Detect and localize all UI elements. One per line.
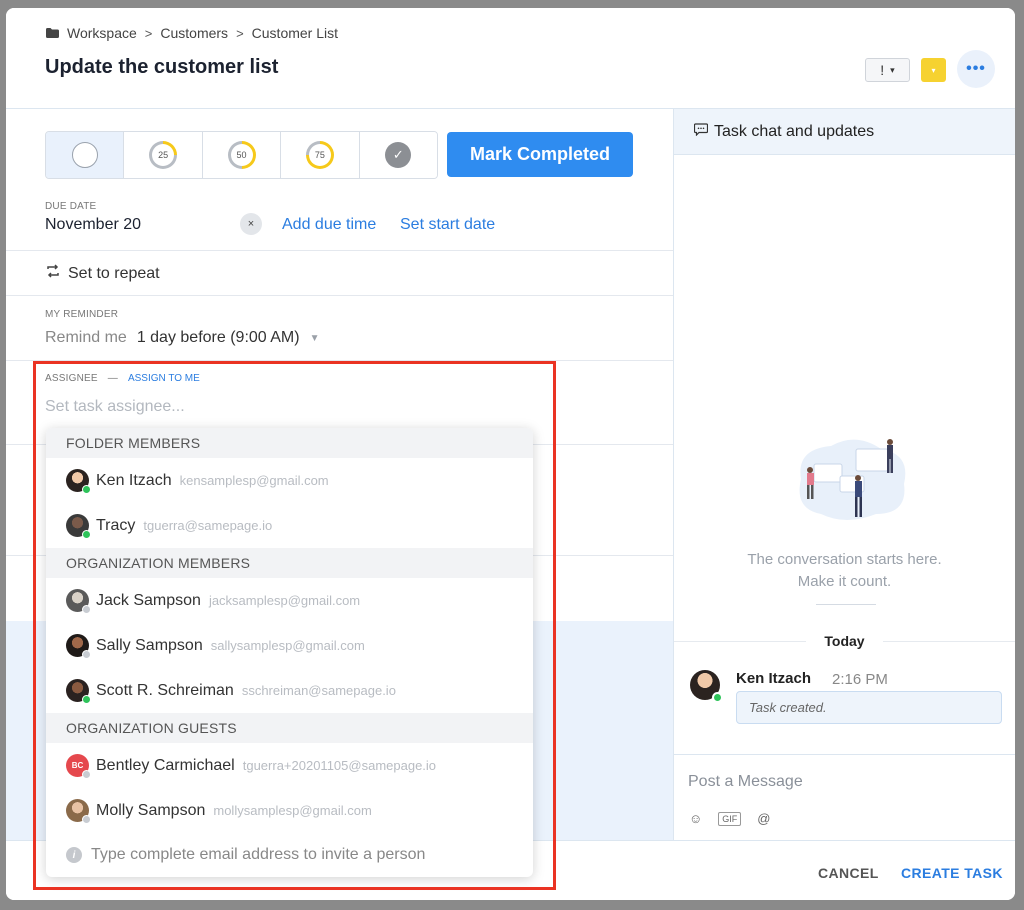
due-date-value[interactable]: November 20	[45, 216, 141, 234]
caret-down-icon: ▼	[309, 332, 320, 344]
chevron-down-icon: ▾	[890, 64, 895, 75]
progress-25-button[interactable]: 25	[124, 132, 203, 178]
checkmark-icon: ✓	[385, 142, 412, 168]
add-due-time-link[interactable]: Add due time	[282, 216, 376, 234]
progress-ring-icon: 75	[305, 141, 334, 169]
gif-button[interactable]: GIF	[718, 811, 742, 826]
breadcrumb: Workspace > Customers > Customer List	[46, 25, 338, 41]
chevron-right-icon: >	[236, 25, 244, 41]
reminder-label: MY REMINDER	[45, 309, 119, 320]
progress-selector: 25 50 75 ✓	[45, 131, 438, 179]
composer-tools: ☺ GIF @	[689, 811, 770, 826]
progress-75-button[interactable]: 75	[281, 132, 360, 178]
divider	[674, 754, 1015, 755]
empty-chat-message: The conversation starts here. Make it co…	[674, 549, 1015, 593]
empty-circle-icon	[71, 142, 98, 168]
chevron-right-icon: >	[144, 25, 153, 41]
breadcrumb-customers[interactable]: Customers	[160, 25, 228, 41]
page-title: Update the customer list	[45, 56, 279, 78]
conversation-illustration	[786, 434, 916, 529]
divider	[816, 604, 876, 605]
breadcrumb-customer-list[interactable]: Customer List	[252, 25, 338, 41]
modal-header: Workspace > Customers > Customer List Up…	[6, 8, 1015, 109]
avatar[interactable]	[690, 670, 723, 703]
due-date-label: DUE DATE	[45, 201, 97, 212]
highlight-box	[33, 361, 556, 890]
mention-button[interactable]: @	[757, 811, 770, 826]
emoji-icon[interactable]: ☺	[689, 811, 702, 826]
progress-0-button[interactable]	[46, 132, 125, 178]
priority-label: !	[880, 62, 885, 78]
folder-icon	[46, 28, 59, 38]
chat-header-title: Task chat and updates	[714, 122, 875, 140]
progress-25-label: 25	[158, 150, 169, 160]
progress-100-button[interactable]: ✓	[359, 132, 437, 178]
divider	[6, 250, 673, 251]
close-icon: ×	[247, 218, 255, 230]
set-repeat-button[interactable]: Set to repeat	[45, 264, 160, 283]
create-task-button[interactable]: CREATE TASK	[901, 865, 1003, 881]
chat-header: Task chat and updates	[674, 109, 1015, 155]
set-start-date-link[interactable]: Set start date	[400, 216, 495, 234]
today-label: Today	[806, 633, 883, 649]
online-status-dot	[712, 692, 723, 703]
empty-line-1: The conversation starts here.	[747, 551, 942, 568]
repeat-icon	[45, 264, 61, 283]
post-message-input[interactable]: Post a Message	[688, 773, 803, 791]
remind-me-label: Remind me	[45, 329, 127, 346]
message-text: Task created.	[749, 700, 827, 715]
progress-50-label: 50	[236, 150, 247, 160]
chevron-down-icon: ▾	[931, 65, 936, 75]
set-repeat-label: Set to repeat	[68, 264, 160, 282]
cancel-button[interactable]: CANCEL	[818, 865, 879, 881]
message-bubble: Task created.	[736, 691, 1002, 724]
message-author: Ken Itzach	[736, 670, 812, 687]
reminder-row[interactable]: Remind me 1 day before (9:00 AM) ▼	[45, 329, 319, 347]
today-label-wrap: Today	[674, 633, 1015, 649]
chat-pane: Task chat and updates The conversation s…	[673, 109, 1015, 840]
empty-line-2: Make it count.	[797, 573, 892, 590]
color-picker-button[interactable]: ▾	[921, 58, 946, 82]
progress-ring-icon: 25	[149, 141, 178, 169]
more-options-button[interactable]: •••	[957, 50, 995, 88]
chat-bubble-icon	[693, 122, 709, 141]
priority-button[interactable]: ! ▾	[865, 58, 910, 82]
breadcrumb-workspace[interactable]: Workspace	[67, 25, 137, 41]
progress-75-label: 75	[314, 150, 325, 160]
reminder-select[interactable]: 1 day before (9:00 AM)	[137, 329, 300, 347]
message-time: 2:16 PM	[832, 671, 888, 688]
progress-50-button[interactable]: 50	[202, 132, 282, 178]
clear-due-date-button[interactable]: ×	[240, 213, 262, 235]
divider	[6, 295, 673, 296]
progress-ring-icon: 50	[227, 141, 256, 169]
more-icon: •••	[966, 60, 986, 77]
mark-completed-button[interactable]: Mark Completed	[447, 132, 633, 177]
